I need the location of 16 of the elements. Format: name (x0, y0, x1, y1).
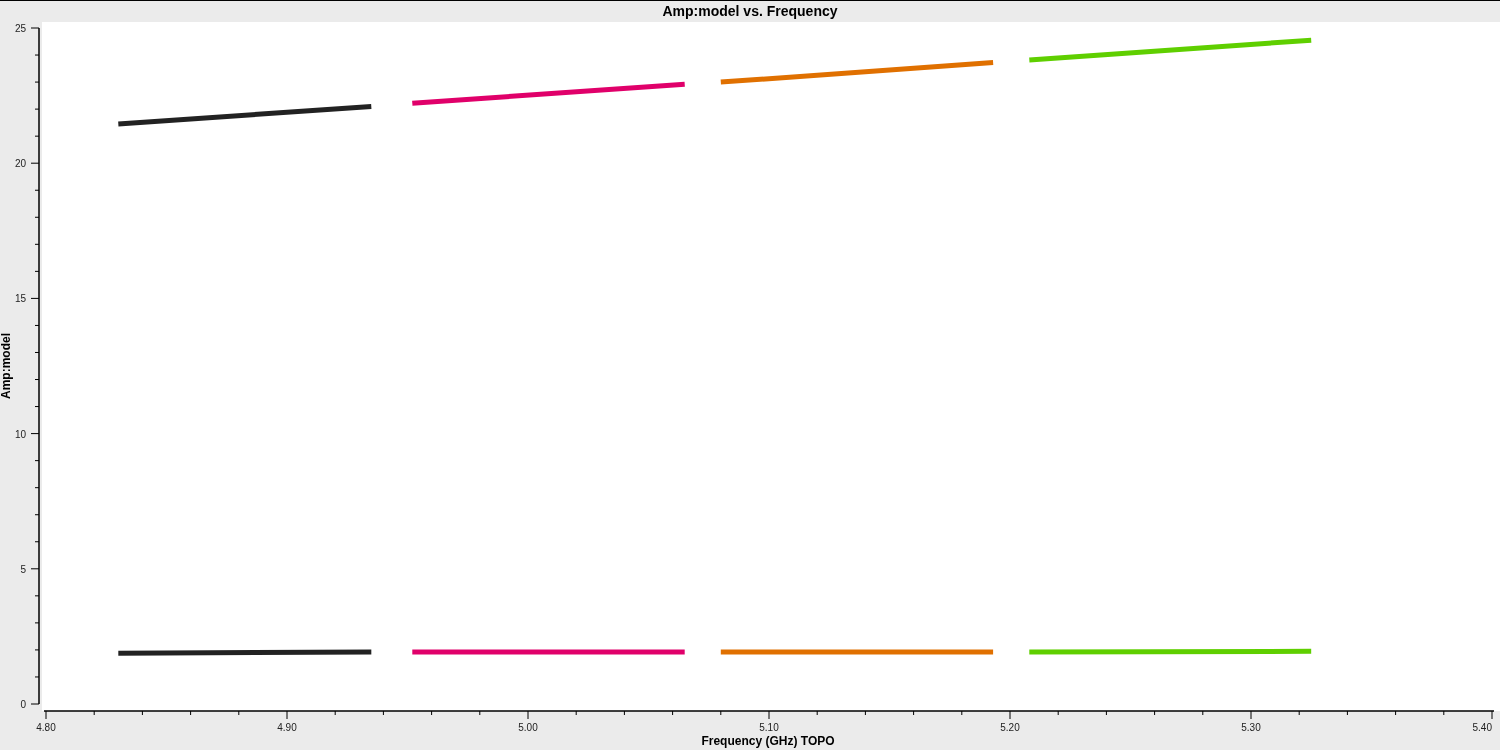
y-axis-title: Amp:model (0, 333, 13, 399)
x-tick-label: 5.40 (1472, 722, 1492, 732)
y-tick-label: 15 (14, 293, 26, 305)
y-tick-label: 10 (14, 428, 26, 440)
y-tick-label: 0 (20, 699, 26, 710)
y-tick-label: 20 (14, 158, 26, 170)
chart-title: Amp:model vs. Frequency (661, 1, 839, 20)
x-tick-label: 5.10 (759, 722, 779, 732)
x-tick-label: 4.80 (36, 722, 56, 732)
y-tick-label: 5 (20, 563, 26, 575)
x-axis-title: Frequency (GHz) TOPO (700, 733, 836, 750)
x-tick-label: 5.20 (1000, 722, 1020, 732)
x-tick-label: 4.90 (277, 722, 297, 732)
x-tick-label: 5.30 (1241, 722, 1261, 732)
x-tick-label: 5.00 (518, 722, 538, 732)
y-tick-label: 25 (14, 23, 26, 34)
